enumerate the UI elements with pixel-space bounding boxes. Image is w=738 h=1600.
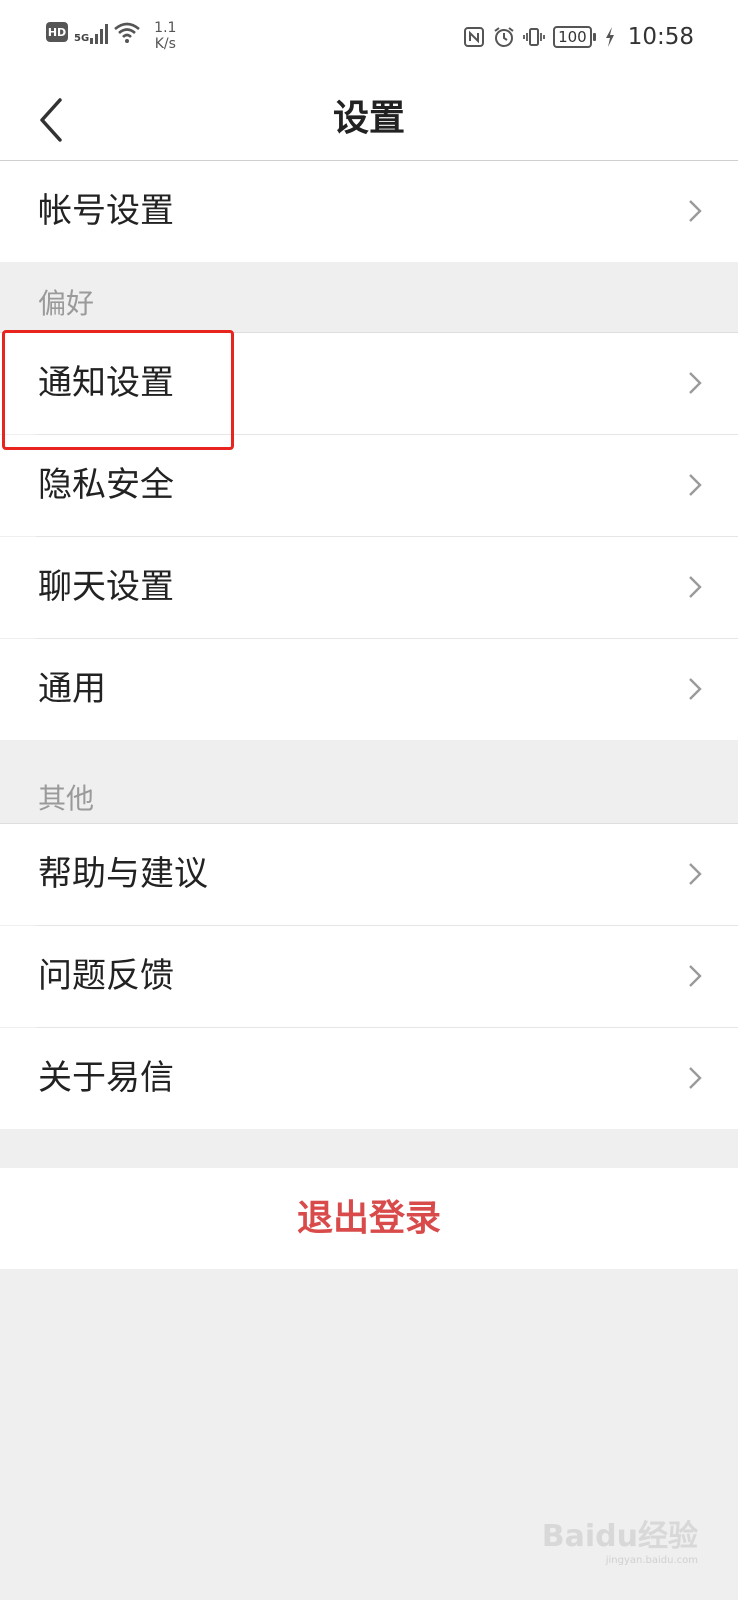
help-suggestions-row[interactable]: 帮助与建议 <box>0 824 738 925</box>
charging-icon <box>605 27 614 47</box>
watermark-url: jingyan.baidu.com <box>605 1555 698 1566</box>
section-label-others: 其他 <box>38 782 95 815</box>
app-header: 设置 <box>0 80 738 161</box>
chevron-right-icon <box>689 372 702 394</box>
general-settings-row[interactable]: 通用 <box>0 639 738 740</box>
status-left: HD 5G 1.1 K/s <box>46 20 176 52</box>
about-row[interactable]: 关于易信 <box>0 1028 738 1129</box>
logout-button[interactable]: 退出登录 <box>0 1168 738 1269</box>
row-label: 聊天设置 <box>38 567 174 607</box>
battery-icon: 100 <box>553 26 596 48</box>
feedback-row[interactable]: 问题反馈 <box>0 926 738 1027</box>
wifi-icon <box>114 22 141 43</box>
chevron-right-icon <box>689 678 702 700</box>
row-label: 帮助与建议 <box>38 854 208 894</box>
watermark-logo: Baidu经验 jingyan.baidu.com <box>542 1511 698 1566</box>
speed-value: 1.1 <box>154 20 177 36</box>
chevron-right-icon <box>689 200 702 222</box>
row-label: 隐私安全 <box>38 465 174 505</box>
status-right: 100 10:58 <box>463 24 694 50</box>
status-bar: HD 5G 1.1 K/s 100 10:58 <box>0 0 738 80</box>
chat-settings-row[interactable]: 聊天设置 <box>0 537 738 638</box>
network-type: 5G <box>74 33 90 44</box>
network-speed: 1.1 K/s <box>154 20 176 52</box>
notification-settings-row[interactable]: 通知设置 <box>0 333 738 434</box>
chevron-right-icon <box>689 863 702 885</box>
privacy-security-row[interactable]: 隐私安全 <box>0 435 738 536</box>
section-label-preferences: 偏好 <box>38 287 95 320</box>
chevron-right-icon <box>689 1067 702 1089</box>
account-settings-row[interactable]: 帐号设置 <box>0 161 738 262</box>
row-label: 通用 <box>38 669 106 709</box>
alarm-icon <box>494 27 514 47</box>
watermark-brand: Baidu经验 <box>541 1519 698 1554</box>
chevron-right-icon <box>689 474 702 496</box>
row-label: 通知设置 <box>38 363 174 403</box>
clock: 10:58 <box>627 24 694 50</box>
chevron-right-icon <box>689 576 702 598</box>
nfc-icon <box>464 27 485 47</box>
row-label: 问题反馈 <box>38 956 174 996</box>
chevron-right-icon <box>689 965 702 987</box>
row-label: 帐号设置 <box>38 191 174 231</box>
speed-unit: K/s <box>154 36 176 52</box>
vibrate-icon <box>523 28 545 46</box>
row-label: 关于易信 <box>38 1058 174 1098</box>
cellular-signal-icon: 5G <box>74 22 109 44</box>
page-title: 设置 <box>332 98 405 139</box>
hd-icon: HD <box>46 22 68 42</box>
